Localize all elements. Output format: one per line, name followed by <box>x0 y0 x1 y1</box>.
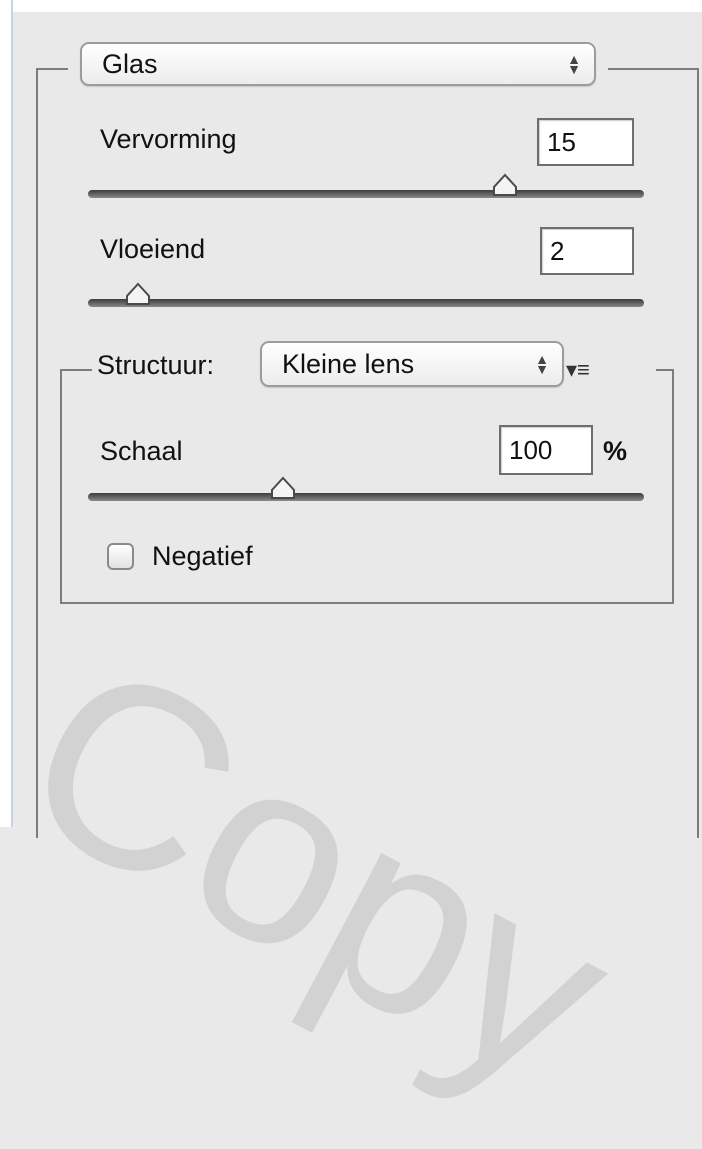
texture-select[interactable]: Kleine lens ▲ ▼ <box>260 341 564 387</box>
scale-label: Schaal <box>100 436 183 466</box>
top-strip <box>0 0 702 12</box>
filter-select[interactable]: Glas ▲ ▼ <box>80 42 596 86</box>
invert-checkbox[interactable] <box>107 543 134 570</box>
updown-arrows-icon: ▲ ▼ <box>535 351 549 377</box>
window-left-edge <box>0 0 13 827</box>
smoothness-label: Vloeiend <box>100 234 206 264</box>
texture-menu-icon[interactable]: ▾≡ <box>566 357 590 383</box>
scale-unit: % <box>603 436 628 466</box>
slider-thumb[interactable] <box>125 282 151 312</box>
filter-select-value: Glas <box>102 48 158 79</box>
slider-track <box>88 299 644 307</box>
distortion-slider[interactable] <box>88 173 644 207</box>
texture-select-value: Kleine lens <box>282 348 415 379</box>
slider-track <box>88 493 644 501</box>
scale-input[interactable] <box>499 425 593 475</box>
updown-arrows-icon: ▲ ▼ <box>567 51 581 77</box>
slider-track <box>88 190 644 198</box>
smoothness-slider[interactable] <box>88 282 644 316</box>
slider-thumb[interactable] <box>270 476 296 506</box>
invert-label[interactable]: Negatief <box>152 541 253 572</box>
distortion-input[interactable] <box>537 118 634 166</box>
slider-thumb[interactable] <box>492 173 518 203</box>
texture-label: Structuur: <box>97 350 215 380</box>
scale-slider[interactable] <box>88 476 644 510</box>
distortion-label: Vervorming <box>100 124 237 154</box>
smoothness-input[interactable] <box>540 227 634 275</box>
